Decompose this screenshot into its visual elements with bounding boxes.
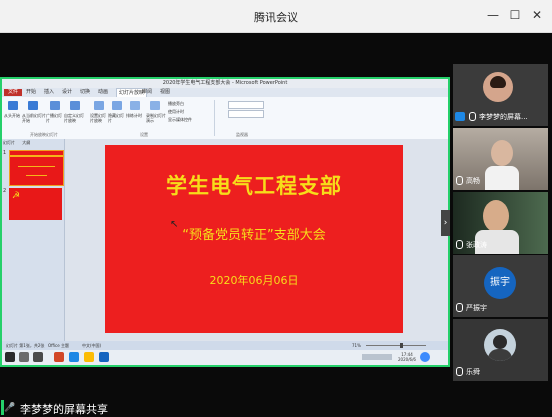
- minimize-icon[interactable]: —: [485, 8, 501, 22]
- ribbon-from-current[interactable]: 从当前幻灯片开始: [22, 113, 46, 123]
- resolution-dropdown[interactable]: [228, 110, 264, 118]
- slide-number-2: 2: [3, 188, 7, 194]
- slide-title: 学生电气工程支部: [166, 174, 342, 198]
- tab-design[interactable]: 设计: [62, 88, 72, 97]
- taskbar-folder-icon[interactable]: [84, 352, 94, 362]
- slideshow-current-icon[interactable]: [28, 101, 38, 110]
- mic-icon: [456, 303, 463, 312]
- group-setup: 设置: [140, 132, 148, 137]
- participant-tile-1[interactable]: 李梦梦的屏幕...: [453, 64, 548, 126]
- tab-file[interactable]: 文件: [4, 89, 22, 96]
- zoom-slider[interactable]: [366, 345, 426, 346]
- thumb1-title-line: [10, 155, 63, 157]
- avatar-text: 振宇: [484, 267, 516, 299]
- share-screen-icon: [455, 112, 465, 121]
- mic-icon: [469, 112, 476, 121]
- monitor-dropdown[interactable]: [228, 101, 264, 109]
- mouse-cursor-icon: ↖: [170, 219, 179, 230]
- taskbar-meeting-icon[interactable]: [99, 352, 109, 362]
- check-play-narrations[interactable]: 播放旁白: [168, 101, 184, 107]
- participant-name: 严振宇: [466, 304, 487, 312]
- participant-name: 高畅: [466, 177, 480, 185]
- taskbar-clock[interactable]: 17:44 2020/6/6: [396, 352, 418, 362]
- participant-name: 张政涛: [466, 241, 487, 249]
- zoom-level[interactable]: 71%: [352, 341, 361, 350]
- mic-icon: [456, 240, 463, 249]
- participant-shirt: [485, 166, 519, 190]
- thumb1-subtitle-line: [18, 166, 55, 167]
- participant-tile-3[interactable]: 张政涛: [453, 192, 548, 254]
- status-theme: Office 主题: [48, 343, 69, 348]
- powerpoint-taskbar-icon[interactable]: [54, 352, 64, 362]
- check-use-timings[interactable]: 使用计时: [168, 109, 184, 115]
- notification-badge-icon[interactable]: [420, 352, 430, 362]
- participant-name: 乐舜: [466, 368, 480, 376]
- taskbar-app-2-icon[interactable]: [33, 352, 43, 362]
- ribbon-rehearse-timings[interactable]: 排练计时: [126, 113, 144, 118]
- avatar: [484, 329, 516, 361]
- mic-icon: [456, 176, 463, 185]
- ribbon-divider: [214, 100, 215, 136]
- tab-insert[interactable]: 插入: [44, 88, 54, 97]
- start-icon[interactable]: [5, 352, 15, 362]
- record-show-icon[interactable]: [150, 101, 160, 110]
- group-start-slideshow: 开始放映幻灯片: [30, 132, 58, 137]
- participant-face: [483, 200, 509, 232]
- window-title: 腾讯会议: [254, 11, 298, 24]
- slide-thumbnail-1[interactable]: [9, 150, 64, 186]
- panel-tab-outline[interactable]: 大纲: [22, 140, 30, 145]
- ribbon-from-beginning[interactable]: 从头开始: [4, 113, 22, 118]
- ribbon-broadcast[interactable]: 广播幻灯片: [46, 113, 64, 123]
- collapse-member-list-icon[interactable]: ›: [441, 210, 450, 236]
- taskbar-app-1-icon[interactable]: [19, 352, 29, 362]
- close-icon[interactable]: ✕: [529, 8, 545, 22]
- broadcast-icon[interactable]: [50, 101, 60, 110]
- group-monitors: 监视器: [236, 132, 248, 137]
- avatar-body: [488, 349, 512, 361]
- slide-date: 2020年06月06日: [209, 274, 299, 287]
- ribbon-setup-show[interactable]: 设置幻灯片放映: [90, 113, 108, 123]
- status-language: 中文(中国): [82, 343, 102, 348]
- system-tray-icons[interactable]: [362, 354, 392, 360]
- avatar-head: [493, 335, 507, 349]
- share-mic-icon: 🎤: [4, 403, 16, 413]
- rehearse-timings-icon[interactable]: [130, 101, 140, 110]
- maximize-icon[interactable]: ☐: [507, 8, 523, 22]
- avatar-hair: [490, 76, 506, 88]
- ribbon-custom-show[interactable]: 自定义幻灯片放映: [64, 113, 86, 123]
- slide-thumbnail-2[interactable]: ☭: [9, 188, 62, 220]
- slide-subtitle: “预备党员转正”支部大会: [182, 228, 326, 243]
- thumb1-date-line: [26, 175, 47, 176]
- participant-name: 李梦梦的屏幕...: [479, 113, 528, 121]
- tab-view[interactable]: 视图: [160, 88, 170, 97]
- participant-tile-5[interactable]: 乐舜: [453, 319, 548, 381]
- ribbon-hide-slide[interactable]: 隐藏幻灯片: [108, 113, 126, 123]
- hide-slide-icon[interactable]: [112, 101, 122, 110]
- taskbar-browser-icon[interactable]: [69, 352, 79, 362]
- clock-date: 2020/6/6: [398, 357, 416, 362]
- panel-tab-slides[interactable]: 幻灯片: [3, 140, 15, 145]
- participant-face: [491, 140, 513, 166]
- tab-home[interactable]: 开始: [26, 88, 36, 97]
- party-emblem-icon: ☭: [12, 191, 21, 201]
- tab-animations[interactable]: 动画: [98, 88, 108, 97]
- avatar: [483, 72, 513, 102]
- tab-transitions[interactable]: 切换: [80, 88, 90, 97]
- check-show-media-controls[interactable]: 显示媒体控件: [168, 117, 192, 123]
- setup-show-icon[interactable]: [94, 101, 104, 110]
- custom-show-icon[interactable]: [70, 101, 80, 110]
- slide-number-1: 1: [3, 150, 7, 156]
- zoom-slider-thumb[interactable]: [400, 343, 403, 348]
- status-slide-count: 幻灯片 第1张，共2张: [6, 343, 45, 348]
- tab-review[interactable]: 审阅: [142, 88, 152, 97]
- ribbon-record-show[interactable]: 录制幻灯片演示: [146, 113, 166, 123]
- participant-tile-2[interactable]: 高畅: [453, 128, 548, 190]
- ppt-title: 2020年学生电气工程支部大会 - Microsoft PowerPoint: [162, 80, 288, 86]
- slideshow-start-icon[interactable]: [8, 101, 18, 110]
- participant-tile-4[interactable]: 振宇 严振宇: [453, 255, 548, 317]
- panel-tabs: 幻灯片 大纲: [3, 140, 30, 146]
- mic-icon: [456, 367, 463, 376]
